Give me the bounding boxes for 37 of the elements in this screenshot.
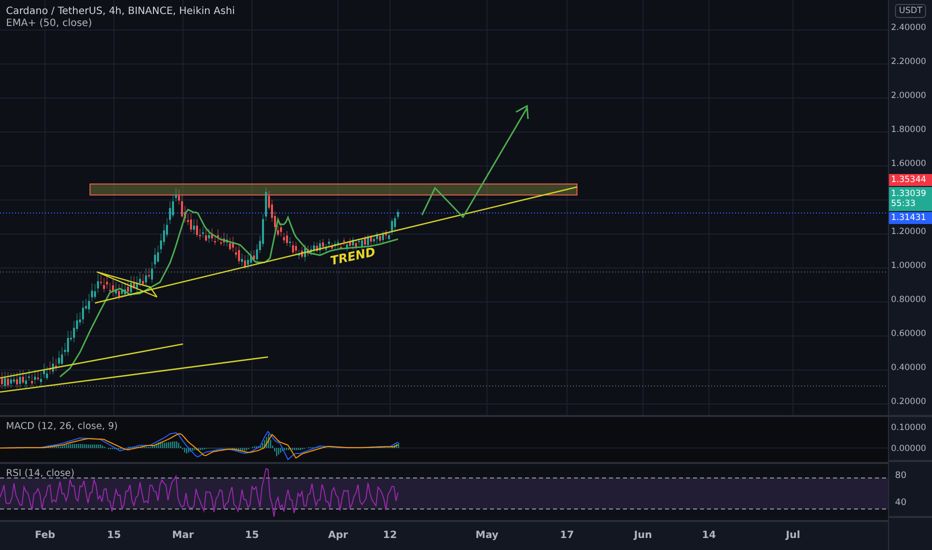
time-axis-label: Apr	[328, 530, 348, 541]
time-axis-label: 17	[560, 530, 574, 541]
time-axis-label: Jul	[786, 530, 800, 541]
rsi-axis-label: 80	[895, 470, 908, 480]
time-axis-label: Feb	[34, 530, 56, 541]
rsi-axis-label: 40	[895, 498, 908, 508]
countdown-timer: 55:33	[891, 199, 916, 209]
time-axis-label: 14	[702, 530, 716, 541]
time-axis-label: 15	[107, 530, 121, 541]
wedge-lines	[96, 271, 158, 298]
price-axis-label: 2.00000	[891, 91, 926, 101]
macd-legend: MACD (12, 26, close, 9)	[6, 421, 118, 432]
price-axis-label: 1.20000	[891, 227, 926, 237]
time-axis-label: 15	[245, 530, 259, 541]
indicator-legend: EMA+ (50, close)	[6, 18, 235, 29]
price-value: 1.31431	[891, 213, 928, 223]
chart-legend-title: Cardano / TetherUS, 4h, BINANCE, Heikin Ashi	[6, 6, 235, 17]
price-axis-label: 1.00000	[891, 261, 926, 271]
time-axis-label: 12	[383, 530, 397, 541]
macd-axis-label: 0.00000	[891, 444, 928, 454]
currency-button[interactable]: USDT	[895, 4, 926, 18]
price-axis-label: 0.60000	[891, 329, 926, 339]
price-axis-label: 1.60000	[891, 159, 926, 169]
time-axis-label: Mar	[172, 530, 194, 541]
rsi-legend: RSI (14, close)	[6, 468, 74, 479]
price-axis-label: 2.40000	[891, 23, 926, 33]
price-axis-label: 2.20000	[891, 57, 926, 67]
price-value: 1.33039	[891, 189, 928, 199]
price-value: 1.35344	[891, 175, 928, 185]
time-axis-label: Jun	[634, 530, 652, 541]
trend-label: TREND	[329, 244, 377, 268]
price-axis-label: 1.80000	[891, 125, 926, 135]
price-axis-label: 0.40000	[891, 363, 926, 373]
price-axis-label: 0.20000	[891, 397, 926, 407]
macd-axis-label: 0.10000	[891, 422, 928, 433]
time-axis-label: May	[476, 530, 498, 541]
price-axis-label: 0.80000	[891, 295, 926, 305]
